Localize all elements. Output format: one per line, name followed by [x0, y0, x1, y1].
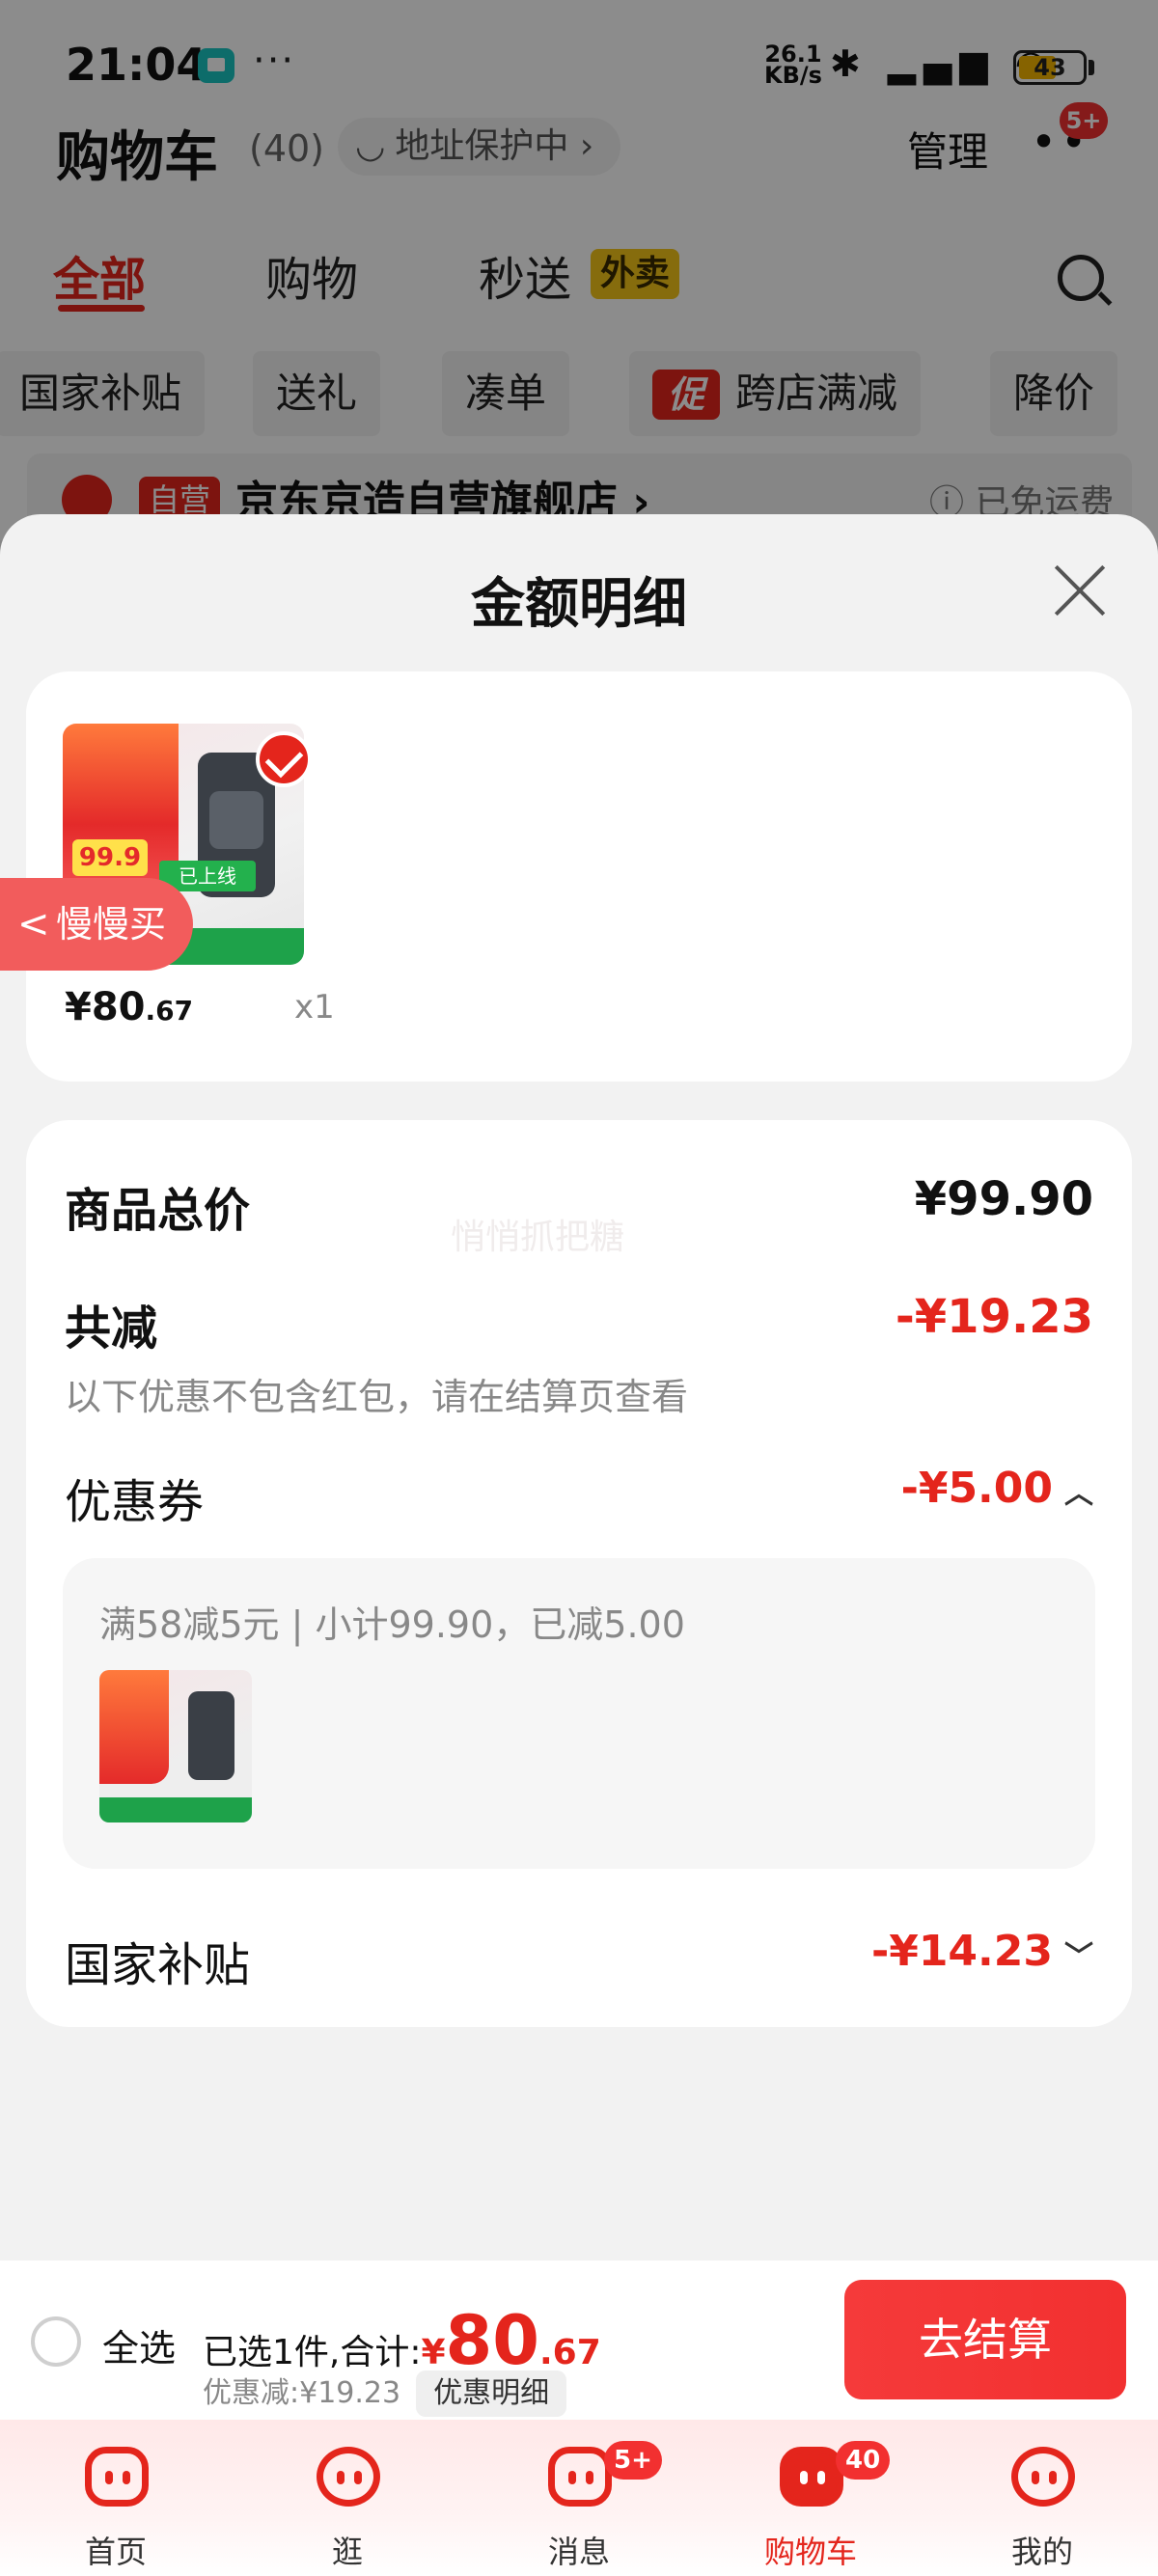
coupon-thumb-strip: [99, 1797, 252, 1822]
tab-messages[interactable]: 5+ 消息: [463, 2420, 695, 2576]
chevron-left-icon: <: [17, 902, 50, 946]
tab-profile-label: 我的: [1010, 2534, 1073, 2570]
message-icon: [548, 2447, 612, 2507]
tab-home-label: 首页: [84, 2534, 147, 2570]
coupon-product-thumbnail: [99, 1670, 252, 1822]
item-price-main: ¥80: [65, 985, 146, 1029]
slow-buy-label: 慢慢买: [56, 903, 167, 945]
total-discount-label: 共减: [65, 1302, 158, 1356]
savings-amount: 优惠减:¥19.23: [203, 2376, 401, 2410]
select-all-radio[interactable]: [31, 2316, 81, 2367]
savings-line: 优惠减:¥19.23 优惠明细: [203, 2369, 567, 2417]
goods-total-value: ¥99.90: [914, 1172, 1093, 1226]
messages-badge: 5+: [604, 2441, 662, 2480]
subsidy-value: -¥14.23: [870, 1927, 1053, 1976]
item-price-decimal: .67: [145, 995, 194, 1027]
slow-buy-floating-tab[interactable]: < 慢慢买: [0, 878, 193, 971]
price-breakdown-card: 商品总价 ¥99.90 悄悄抓把糖 共减 -¥19.23 以下优惠不包含红包，请…: [26, 1120, 1132, 2027]
total-decimal: .67: [538, 2333, 601, 2372]
thumb-price-tag: 99.9: [72, 839, 148, 876]
tab-home[interactable]: 首页: [0, 2420, 232, 2576]
selected-items-card: 99.9 已上线 ¥80.67 x1: [26, 671, 1132, 1082]
tab-cart-label: 购物车: [763, 2534, 857, 2570]
coupon-label: 优惠券: [65, 1475, 205, 1529]
bottom-tab-bar: 首页 逛 5+ 消息 40 购物车 我的: [0, 2420, 1158, 2576]
chevron-up-icon: ︿: [1064, 1477, 1093, 1511]
tab-messages-label: 消息: [547, 2534, 610, 2570]
profile-icon: [1011, 2447, 1075, 2507]
discount-detail-button[interactable]: 优惠明细: [416, 2370, 567, 2417]
home-icon: [85, 2447, 149, 2507]
coupon-row-toggle[interactable]: -¥5.00 ︿: [901, 1464, 1093, 1513]
subsidy-row-toggle[interactable]: -¥14.23 ﹀: [871, 1927, 1093, 1976]
tab-browse[interactable]: 逛: [232, 2420, 463, 2576]
chevron-down-icon: ﹀: [1064, 1940, 1093, 1974]
checkout-button[interactable]: 去结算: [844, 2280, 1126, 2399]
close-icon[interactable]: [1052, 562, 1108, 618]
coupon-detail-box: 满58减5元 | 小计99.90，已减5.00: [63, 1558, 1095, 1869]
cart-badge: 40: [836, 2441, 891, 2480]
item-price: ¥80.67: [65, 985, 193, 1029]
coupon-thumb-banner: [99, 1670, 169, 1784]
total-discount-value: -¥19.23: [895, 1290, 1093, 1344]
total-currency: ¥: [421, 2333, 446, 2372]
subsidy-label: 国家补贴: [65, 1938, 251, 1992]
sheet-title: 金额明细: [471, 573, 687, 636]
item-quantity: x1: [294, 988, 335, 1027]
amount-detail-sheet: 金额明细 99.9 已上线 ¥80.67 x1 商品总价 ¥99.90 悄悄抓把…: [0, 514, 1158, 2261]
watermark-text: 悄悄抓把糖: [451, 1218, 625, 1257]
coupon-thumb-phone: [188, 1691, 234, 1780]
tab-browse-label: 逛: [331, 2534, 363, 2570]
tab-cart[interactable]: 40 购物车: [695, 2420, 926, 2576]
tab-profile[interactable]: 我的: [926, 2420, 1158, 2576]
checkout-bar: 全选 已选1件,合计:¥80.67 优惠减:¥19.23 优惠明细 去结算: [0, 2261, 1158, 2420]
selected-prefix: 已选1件,合计:: [203, 2333, 422, 2372]
browse-icon: [317, 2447, 380, 2507]
discount-note: 以下优惠不包含红包，请在结算页查看: [65, 1376, 689, 1418]
select-all-label[interactable]: 全选: [102, 2318, 176, 2371]
coupon-detail-text: 满58减5元 | 小计99.90，已减5.00: [99, 1603, 685, 1646]
goods-total-label: 商品总价: [65, 1184, 251, 1238]
cart-icon: [780, 2447, 843, 2507]
coupon-value: -¥5.00: [900, 1464, 1053, 1513]
item-selected-check-icon[interactable]: [256, 731, 312, 787]
